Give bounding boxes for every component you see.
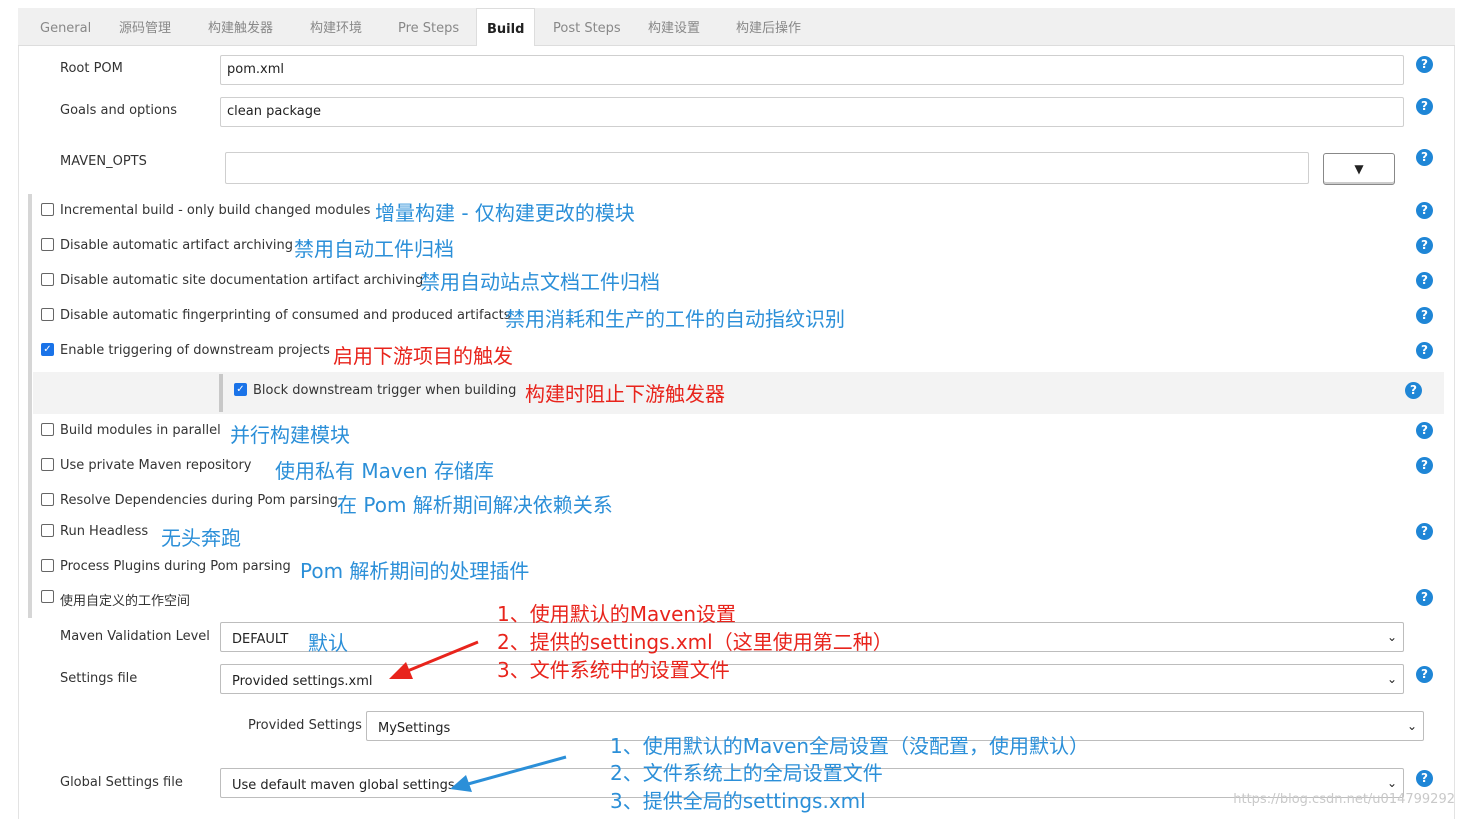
disable-fingerprinting-help-icon[interactable]: ? — [1416, 307, 1433, 324]
disable-site-archiving-checkbox[interactable] — [41, 273, 54, 286]
process-plugins-checkbox[interactable] — [41, 559, 54, 572]
tab-bar: General 源码管理 构建触发器 构建环境 Pre Steps Build … — [18, 8, 1455, 47]
enable-downstream-trigger-checkbox[interactable]: ✓ — [41, 343, 54, 356]
resolve-deps-checkbox[interactable] — [41, 493, 54, 506]
options-group-rule — [28, 194, 32, 618]
provided-settings-value: MySettings — [378, 721, 451, 736]
settings-file-value: Provided settings.xml — [232, 674, 373, 689]
private-repo-label: Use private Maven repository — [60, 458, 252, 473]
disable-site-archiving-label: Disable automatic site documentation art… — [60, 273, 424, 288]
tab-build[interactable]: Build — [476, 8, 536, 47]
tab-pre-steps[interactable]: Pre Steps — [398, 8, 459, 46]
chevron-down-icon: ⌄ — [1386, 672, 1397, 686]
global-settings-value: Use default maven global settings — [232, 778, 455, 793]
disable-artifact-archiving-checkbox[interactable] — [41, 238, 54, 251]
run-headless-label: Run Headless — [60, 524, 149, 539]
goals-help-icon[interactable]: ? — [1416, 98, 1433, 115]
disable-artifact-archiving-help-icon[interactable]: ? — [1416, 237, 1433, 254]
private-repo-checkbox[interactable] — [41, 458, 54, 471]
goals-label: Goals and options — [60, 103, 177, 118]
incremental-build-note: 增量构建 - 仅构建更改的模块 — [375, 201, 635, 225]
block-downstream-checkbox[interactable]: ✓ — [234, 383, 247, 396]
nested-options-rule — [219, 374, 223, 412]
maven-opts-label: MAVEN_OPTS — [60, 154, 147, 169]
validation-level-value: DEFAULT — [232, 632, 289, 647]
run-headless-checkbox[interactable] — [41, 524, 54, 537]
validation-level-note: 默认 — [308, 631, 348, 655]
block-downstream-help-icon[interactable]: ? — [1405, 382, 1422, 399]
provided-settings-label: Provided Settings — [248, 718, 362, 733]
settings-file-help-icon[interactable]: ? — [1416, 666, 1433, 683]
disable-fingerprinting-label: Disable automatic fingerprinting of cons… — [60, 308, 511, 323]
tab-post-build-actions[interactable]: 构建后操作 — [736, 8, 801, 46]
process-plugins-note: Pom 解析期间的处理插件 — [300, 559, 530, 583]
global-note-2: 2、文件系统上的全局设置文件 — [610, 761, 883, 785]
settings-note-2: 2、提供的settings.xml（这里使用第二种） — [497, 630, 893, 654]
run-headless-note: 无头奔跑 — [161, 526, 241, 550]
incremental-build-help-icon[interactable]: ? — [1416, 202, 1433, 219]
tab-source-control[interactable]: 源码管理 — [119, 8, 171, 46]
goals-input[interactable]: clean package — [220, 97, 1404, 127]
tab-build-environment[interactable]: 构建环境 — [310, 8, 362, 46]
maven-opts-input[interactable] — [225, 152, 1309, 184]
maven-opts-help-icon[interactable]: ? — [1416, 149, 1433, 166]
tab-build-settings[interactable]: 构建设置 — [648, 8, 700, 46]
process-plugins-label: Process Plugins during Pom parsing — [60, 559, 291, 574]
maven-opts-expand-button[interactable]: ▼ — [1323, 153, 1395, 185]
root-pom-label: Root POM — [60, 61, 123, 76]
watermark: https://blog.csdn.net/u014799292 — [1233, 792, 1455, 807]
disable-site-archiving-note: 禁用自动站点文档工件归档 — [420, 270, 660, 294]
global-settings-label: Global Settings file — [60, 775, 183, 790]
validation-level-label: Maven Validation Level — [60, 629, 210, 644]
chevron-down-icon: ⌄ — [1406, 719, 1417, 733]
custom-workspace-label: 使用自定义的工作空间 — [60, 594, 191, 609]
incremental-build-label: Incremental build - only build changed m… — [60, 203, 371, 218]
incremental-build-checkbox[interactable] — [41, 203, 54, 216]
resolve-deps-note: 在 Pom 解析期间解决依赖关系 — [337, 493, 613, 517]
disable-artifact-archiving-label: Disable automatic artifact archiving — [60, 238, 293, 253]
settings-note-1: 1、使用默认的Maven设置 — [497, 602, 737, 626]
block-downstream-note: 构建时阻止下游触发器 — [525, 382, 725, 406]
tab-general[interactable]: General — [40, 8, 91, 46]
root-pom-input[interactable]: pom.xml — [220, 55, 1404, 85]
custom-workspace-help-icon[interactable]: ? — [1416, 589, 1433, 606]
private-repo-help-icon[interactable]: ? — [1416, 457, 1433, 474]
resolve-deps-label: Resolve Dependencies during Pom parsing — [60, 493, 338, 508]
custom-workspace-checkbox[interactable] — [41, 590, 54, 603]
enable-downstream-trigger-note: 启用下游项目的触发 — [333, 344, 513, 368]
settings-file-label: Settings file — [60, 671, 138, 686]
tab-post-steps[interactable]: Post Steps — [553, 8, 621, 46]
global-note-3: 3、提供全局的settings.xml — [610, 789, 866, 813]
tab-build-triggers[interactable]: 构建触发器 — [208, 8, 273, 46]
disable-site-archiving-help-icon[interactable]: ? — [1416, 272, 1433, 289]
global-note-1: 1、使用默认的Maven全局设置（没配置，使用默认） — [610, 734, 1090, 758]
run-headless-help-icon[interactable]: ? — [1416, 523, 1433, 540]
private-repo-note: 使用私有 Maven 存储库 — [275, 459, 495, 483]
disable-fingerprinting-note: 禁用消耗和生产的工件的自动指纹识别 — [505, 307, 845, 331]
settings-note-3: 3、文件系统中的设置文件 — [497, 658, 730, 682]
parallel-build-help-icon[interactable]: ? — [1416, 422, 1433, 439]
block-downstream-label: Block downstream trigger when building — [253, 383, 517, 398]
enable-downstream-trigger-help-icon[interactable]: ? — [1416, 342, 1433, 359]
chevron-down-icon: ⌄ — [1386, 630, 1397, 644]
disable-fingerprinting-checkbox[interactable] — [41, 308, 54, 321]
parallel-build-label: Build modules in parallel — [60, 423, 221, 438]
global-settings-help-icon[interactable]: ? — [1416, 770, 1433, 787]
root-pom-help-icon[interactable]: ? — [1416, 56, 1433, 73]
settings-file-select[interactable]: Provided settings.xml ⌄ — [220, 664, 1404, 694]
parallel-build-checkbox[interactable] — [41, 423, 54, 436]
enable-downstream-trigger-label: Enable triggering of downstream projects — [60, 343, 330, 358]
parallel-build-note: 并行构建模块 — [230, 423, 350, 447]
disable-artifact-archiving-note: 禁用自动工件归档 — [294, 237, 454, 261]
